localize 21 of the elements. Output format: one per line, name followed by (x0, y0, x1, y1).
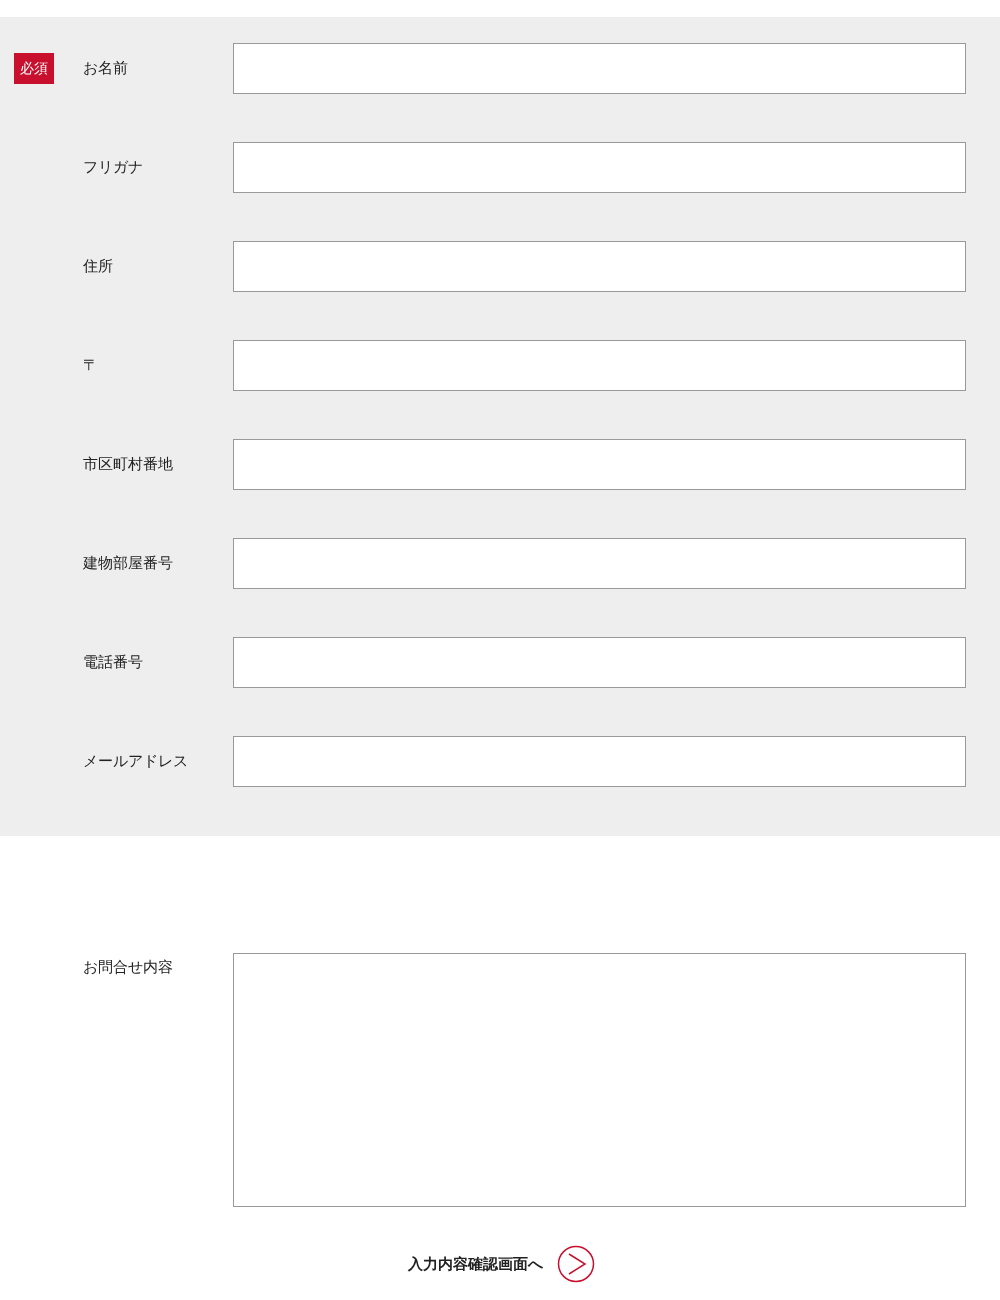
input-field[interactable] (233, 241, 966, 292)
input-field[interactable] (233, 538, 966, 589)
field-label: お問合せ内容 (83, 958, 174, 977)
required-badge: 必須 (14, 53, 54, 84)
field-label: 建物部屋番号 (83, 554, 174, 573)
field-label: フリガナ (83, 158, 144, 177)
input-field[interactable] (233, 340, 966, 391)
input-field[interactable] (233, 439, 966, 490)
field-label: 電話番号 (83, 653, 144, 672)
input-field[interactable] (233, 43, 966, 94)
field-label: メールアドレス (83, 752, 189, 771)
field-label: 住所 (83, 257, 114, 276)
arrow-circle-icon (556, 1245, 595, 1283)
field-label: 〒 (83, 356, 99, 375)
confirm-button[interactable]: 入力内容確認画面へ (407, 1245, 595, 1283)
input-field[interactable] (233, 637, 966, 688)
input-field[interactable] (233, 736, 966, 787)
field-label: 市区町村番地 (83, 455, 174, 474)
input-field[interactable] (233, 142, 966, 193)
field-label: お名前 (83, 59, 129, 78)
message-field[interactable] (233, 953, 966, 1207)
